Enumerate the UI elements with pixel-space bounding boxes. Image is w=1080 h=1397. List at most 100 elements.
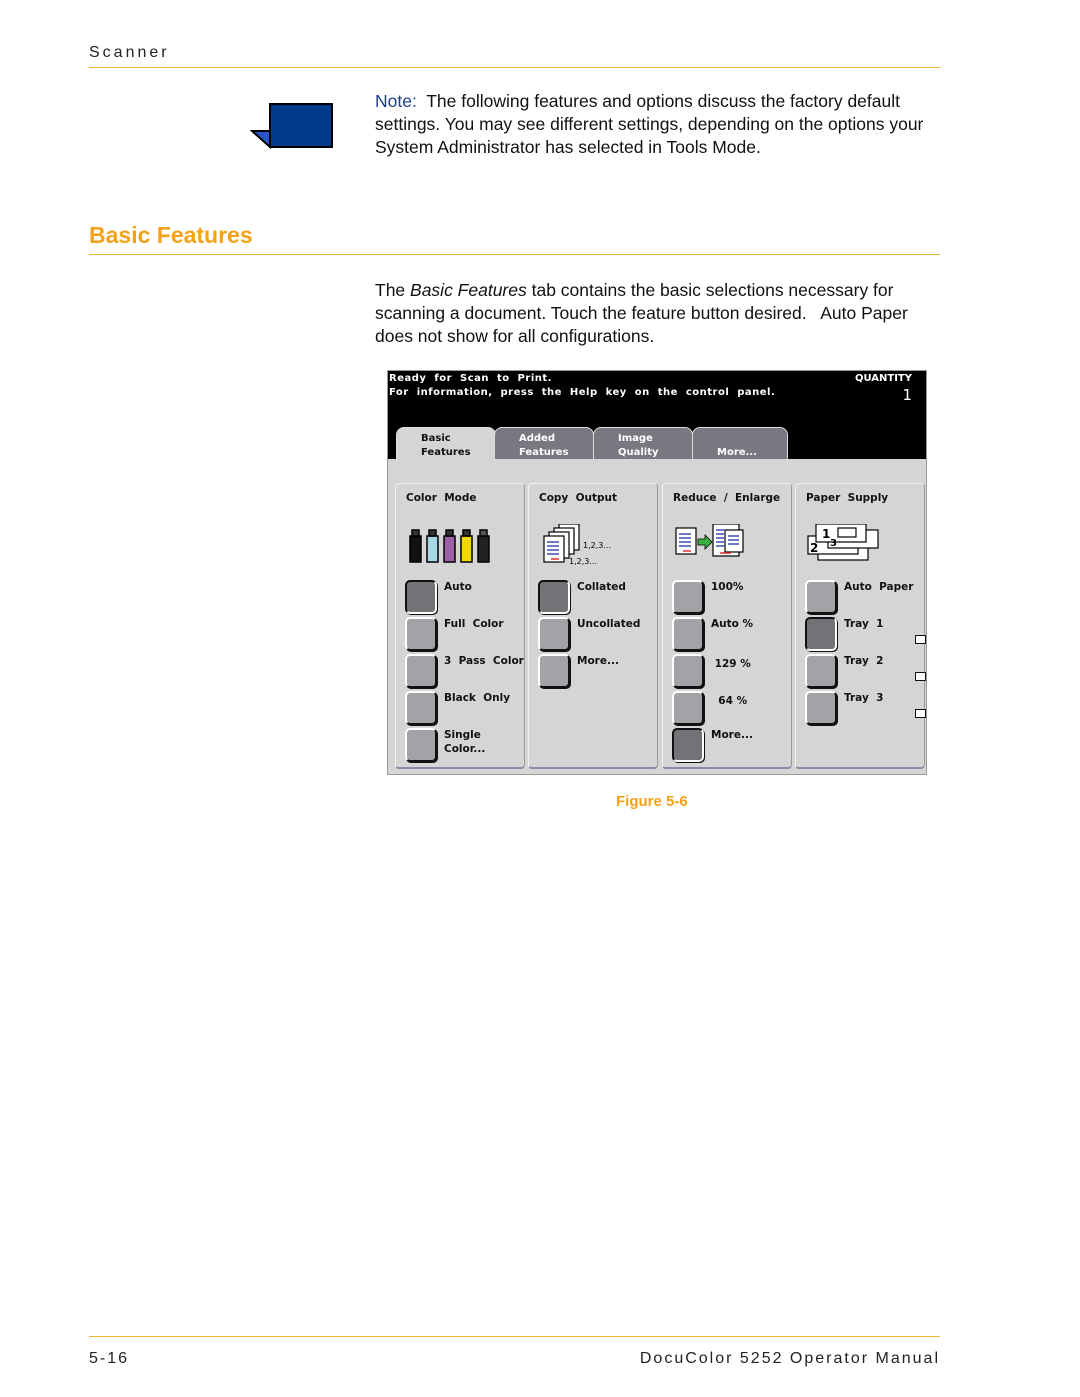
tab-label-line1: Image <box>618 433 653 444</box>
option-label: 100% <box>711 581 744 593</box>
option-auto[interactable]: Auto <box>405 580 525 616</box>
option-label: Uncollated <box>577 618 641 630</box>
option-button[interactable] <box>805 617 837 651</box>
option-label: Auto % <box>711 618 754 630</box>
tab-basic-features[interactable]: Basic Features <box>396 427 496 461</box>
footer-rule <box>89 1336 940 1337</box>
option-button[interactable] <box>805 580 837 614</box>
note-label: Note: <box>375 91 417 111</box>
option-button[interactable] <box>672 691 704 725</box>
option-tray-3[interactable]: Tray 3 <box>805 691 926 727</box>
option-label: More... <box>711 729 753 741</box>
panel-title: Copy Output <box>539 492 618 504</box>
status-message: Ready for Scan to Print. <box>389 373 552 384</box>
option-single-color[interactable]: Single Color... <box>405 728 525 764</box>
tray-number-2: 2 <box>810 541 818 555</box>
option-button[interactable] <box>672 728 704 762</box>
option-label: Black Only <box>444 692 511 704</box>
option-button[interactable] <box>405 580 437 614</box>
option-label: Full Color <box>444 618 504 630</box>
option-button[interactable] <box>805 691 837 725</box>
tab-label-line2: Features <box>519 447 569 458</box>
figure-caption: Figure 5-6 <box>616 793 688 810</box>
option-more[interactable]: More... <box>538 654 658 690</box>
option-button[interactable] <box>405 654 437 688</box>
option-button[interactable] <box>672 580 704 614</box>
toner-bottles-icon <box>409 529 490 563</box>
option-button[interactable] <box>538 580 570 614</box>
tab-label-line2: Quality <box>618 447 659 458</box>
option-button[interactable] <box>672 654 704 688</box>
body-paragraph: The Basic Features tab contains the basi… <box>375 279 945 348</box>
option-100-percent[interactable]: 100% <box>672 580 792 616</box>
option-label: Collated <box>577 581 626 593</box>
paper-size-icon <box>915 635 926 644</box>
option-64-percent[interactable]: 64 % <box>672 691 792 727</box>
option-collated[interactable]: Collated <box>538 580 658 616</box>
tab-label-line1 <box>717 432 787 446</box>
option-label: 129 % <box>711 658 751 670</box>
touch-screen-figure: Ready for Scan to Print. For information… <box>387 370 927 775</box>
quantity-label: QUANTITY <box>854 373 912 384</box>
tab-label-line2: More... <box>717 447 757 458</box>
tab-label-line2: Features <box>421 447 471 458</box>
quantity-value: 1 <box>902 386 912 404</box>
option-129-percent[interactable]: 129 % <box>672 654 792 690</box>
panel-color-mode: Color Mode Auto Full Color 3 Pass Color <box>395 483 525 769</box>
paper-size-icon <box>915 672 926 681</box>
tab-label-line1: Basic <box>421 433 451 444</box>
option-label: Tray 1 <box>844 618 884 630</box>
option-tray-2[interactable]: Tray 2 <box>805 654 926 690</box>
section-title: Basic Features <box>89 222 253 248</box>
panel-title: Reduce / Enlarge <box>673 492 781 504</box>
collated-pages-icon: 1,2,3... 1,2,3... <box>543 524 611 566</box>
tab-label-line1: Added <box>519 433 555 444</box>
section-rule <box>89 254 940 255</box>
option-label: 64 % <box>711 695 748 707</box>
panel-paper-supply: Paper Supply 1 2 3 Auto Paper Tray 1 Tra… <box>795 483 926 769</box>
help-message: For information, press the Help key on t… <box>389 387 776 398</box>
panel-title: Paper Supply <box>806 492 889 504</box>
option-label: 3 Pass Color <box>444 655 524 667</box>
option-black-only[interactable]: Black Only <box>405 691 525 727</box>
body-text-pre: The <box>375 280 411 300</box>
body-text-emphasis: Basic Features <box>410 280 527 300</box>
collated-text: 1,2,3... <box>583 541 611 550</box>
tab-image-quality[interactable]: Image Quality <box>593 427 693 459</box>
tab-added-features[interactable]: Added Features <box>494 427 594 459</box>
option-label: Auto Paper <box>844 581 914 593</box>
paper-size-icon <box>915 709 926 718</box>
panel-reduce-enlarge: Reduce / Enlarge 100% Auto % 129 % 64 % <box>662 483 792 769</box>
option-tray-1[interactable]: Tray 1 <box>805 617 926 653</box>
running-header: Scanner <box>89 44 170 61</box>
panel-copy-output: Copy Output 1,2,3... 1,2,3... Collated U… <box>528 483 658 769</box>
paper-trays-icon: 1 2 3 <box>807 524 879 561</box>
option-label: Tray 2 <box>844 655 884 667</box>
reduce-enlarge-icon <box>675 524 744 557</box>
note-page-icon <box>250 103 333 149</box>
option-button[interactable] <box>805 654 837 688</box>
option-button[interactable] <box>405 691 437 725</box>
panel-title: Color Mode <box>406 492 477 504</box>
tab-more[interactable]: More... <box>692 427 788 459</box>
manual-title: DocuColor 5252 Operator Manual <box>639 1350 940 1367</box>
option-label: Tray 3 <box>844 692 884 704</box>
tray-number-3: 3 <box>830 538 837 549</box>
option-label: More... <box>577 655 619 667</box>
option-button[interactable] <box>672 617 704 651</box>
option-more[interactable]: More... <box>672 728 792 764</box>
option-uncollated[interactable]: Uncollated <box>538 617 658 653</box>
option-auto-percent[interactable]: Auto % <box>672 617 792 653</box>
option-auto-paper[interactable]: Auto Paper <box>805 580 925 616</box>
option-button[interactable] <box>405 728 437 762</box>
option-button[interactable] <box>405 617 437 651</box>
uncollated-text: 1,2,3... <box>569 557 597 566</box>
option-label: Single Color... <box>444 729 486 755</box>
option-3-pass-color[interactable]: 3 Pass Color <box>405 654 525 690</box>
header-rule <box>89 67 940 68</box>
option-button[interactable] <box>538 654 570 688</box>
note-paragraph: Note: The following features and options… <box>375 90 945 159</box>
option-button[interactable] <box>538 617 570 651</box>
option-full-color[interactable]: Full Color <box>405 617 525 653</box>
note-body: The following features and options discu… <box>375 91 929 157</box>
